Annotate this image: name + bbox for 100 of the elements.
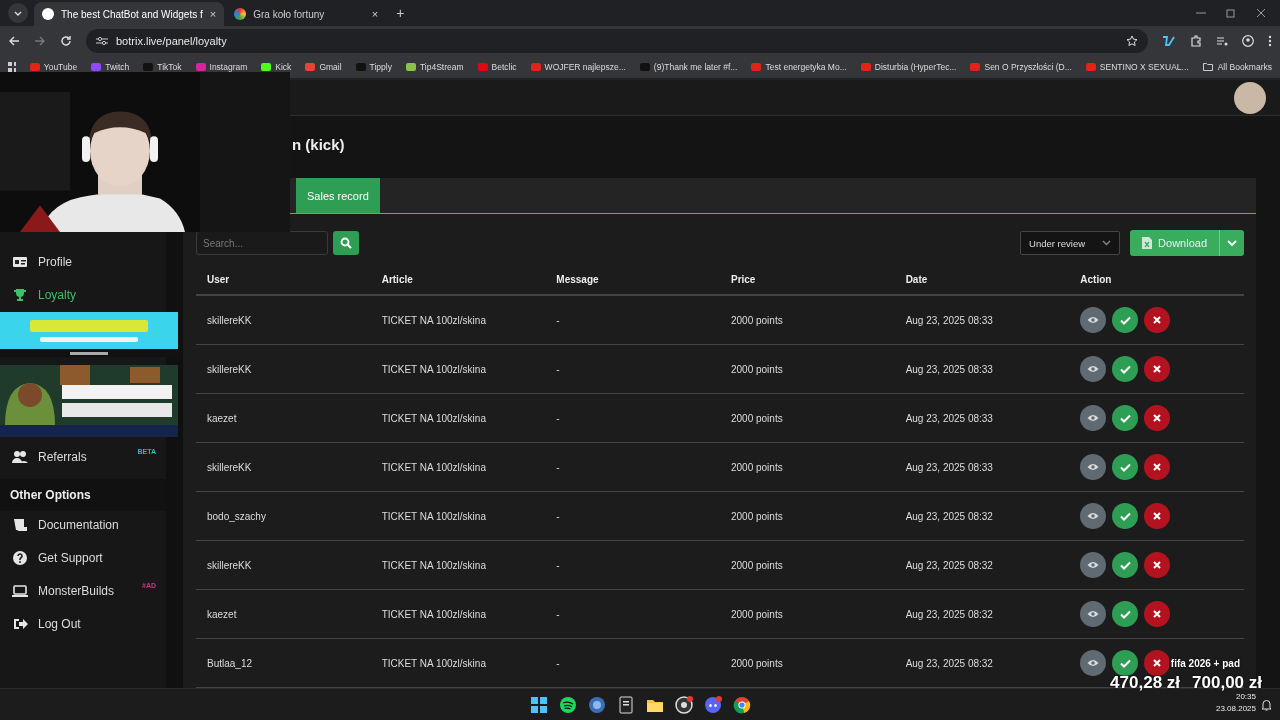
bookmark[interactable]: Betclic [477,62,517,72]
close-icon[interactable] [1256,8,1266,18]
address-bar[interactable]: botrix.live/panel/loyalty [86,29,1148,53]
sidebar-item[interactable]: Log Out [0,610,166,638]
view-button[interactable] [1080,356,1107,382]
table-cell: TICKET NA 100zl/skina [381,363,486,375]
table-cell: TICKET NA 100zl/skina [381,510,486,522]
star-icon[interactable] [1126,35,1138,47]
bookmark[interactable]: SENTINO X SEXUAL... [1085,62,1189,72]
goal-target-amount: 700,00 zł [1192,673,1262,693]
recorder-icon[interactable] [673,695,694,715]
apps-icon[interactable] [8,62,16,72]
sidebar-item[interactable]: Documentation [0,511,166,539]
bookmark[interactable]: (9)Thank me later #f... [639,62,738,72]
menu-icon[interactable] [1268,35,1272,47]
eye-icon [1087,512,1100,520]
bookmark[interactable]: Disturbia (HyperTec... [860,62,957,72]
puzzle-icon[interactable] [1190,35,1202,47]
approve-button[interactable] [1112,356,1139,382]
table-cell: Aug 23, 2025 08:33 [905,412,993,424]
bookmark[interactable]: Gmail [305,62,342,72]
sidebar-item[interactable]: Get Support [0,544,166,572]
table-cell: TICKET NA 100zl/skina [381,608,486,620]
reject-button[interactable] [1144,356,1171,382]
profile-icon[interactable] [1242,35,1254,47]
table-cell: Aug 23, 2025 08:32 [905,510,993,522]
table-cell: Aug 23, 2025 08:33 [905,314,993,326]
approve-button[interactable] [1112,405,1139,431]
eye-icon [1087,561,1100,569]
reject-button[interactable] [1144,650,1171,676]
approve-button[interactable] [1112,454,1139,480]
close-tab-button[interactable]: × [209,8,217,20]
reject-button[interactable] [1144,552,1171,578]
start-icon[interactable] [528,695,549,715]
all-bookmarks-button[interactable]: All Bookmarks [1202,62,1272,72]
bookmark[interactable]: Kick [261,62,292,72]
spreadsheet-icon [1142,237,1153,249]
music-app-icon[interactable] [557,695,578,715]
bookmark[interactable]: Tip4Stream [405,62,464,72]
sidebar-item[interactable]: Loyalty [0,281,166,309]
view-button[interactable] [1080,650,1107,676]
close-tab-button[interactable]: × [371,8,379,20]
bell-icon[interactable] [1261,699,1272,711]
view-button[interactable] [1080,552,1107,578]
search-field[interactable]: Search... [196,231,328,255]
extension-icon[interactable] [1162,35,1176,47]
back-icon[interactable] [8,35,20,47]
view-button[interactable] [1080,307,1107,333]
tab-list-button[interactable] [8,3,28,23]
bookmark[interactable]: WOJFER najlepsze... [530,62,626,72]
chat-app-icon[interactable] [702,695,723,715]
view-button[interactable] [1080,601,1107,627]
approve-button[interactable] [1112,601,1139,627]
bookmark[interactable]: Sen O Przyszłości (D... [970,62,1072,72]
bookmark[interactable]: Instagram [195,62,248,72]
table-cell: TICKET NA 100zl/skina [381,412,486,424]
reject-button[interactable] [1144,454,1171,480]
section-heading: Other Options [0,479,166,511]
bookmark[interactable]: TikTok [143,62,182,72]
table-cell: Aug 23, 2025 08:32 [905,657,993,669]
browser-icon[interactable] [731,695,752,715]
bookmark[interactable]: Test energetyka Mo... [751,62,847,72]
trophy-icon [12,287,28,303]
restore-icon[interactable] [1226,8,1236,18]
bookmark[interactable]: Twitch [91,62,130,72]
browser-tab[interactable]: The best ChatBot and Widgets f × [34,2,225,26]
browser-tab[interactable]: Gra koło fortuny × [226,2,387,26]
approve-button[interactable] [1112,503,1139,529]
check-icon [1119,658,1131,668]
new-tab-button[interactable]: + [396,5,405,21]
approve-button[interactable] [1112,650,1139,676]
approve-button[interactable] [1112,307,1139,333]
eye-icon [1087,659,1100,667]
column-header: Article [370,264,546,295]
forward-icon[interactable] [34,35,46,47]
reject-button[interactable] [1144,307,1171,333]
scroll-icon [12,517,28,533]
approve-button[interactable] [1112,552,1139,578]
eye-icon [1087,463,1100,471]
media-icon[interactable] [1216,35,1228,47]
reload-icon[interactable] [60,35,72,47]
bookmark[interactable]: Tipply [355,62,392,72]
reject-button[interactable] [1144,601,1171,627]
view-button[interactable] [1080,454,1107,480]
close-icon [1153,610,1162,618]
circle-app-icon[interactable] [586,695,607,715]
chevron-down-icon [14,10,22,16]
site-settings-icon[interactable] [96,36,108,46]
view-button[interactable] [1080,503,1107,529]
sidebar-item[interactable]: Profile [0,248,166,276]
user-avatar[interactable] [1234,81,1266,114]
page-title: n (kick) [292,136,346,155]
status-dropdown[interactable]: Under review [1020,231,1121,255]
table-cell: Aug 23, 2025 08:32 [905,608,993,620]
table-cell: kaezet [207,412,237,424]
search-button[interactable] [333,231,359,255]
view-button[interactable] [1080,405,1107,431]
reject-button[interactable] [1144,503,1171,529]
reject-button[interactable] [1144,405,1171,431]
bookmark[interactable]: YouTube [29,62,78,72]
